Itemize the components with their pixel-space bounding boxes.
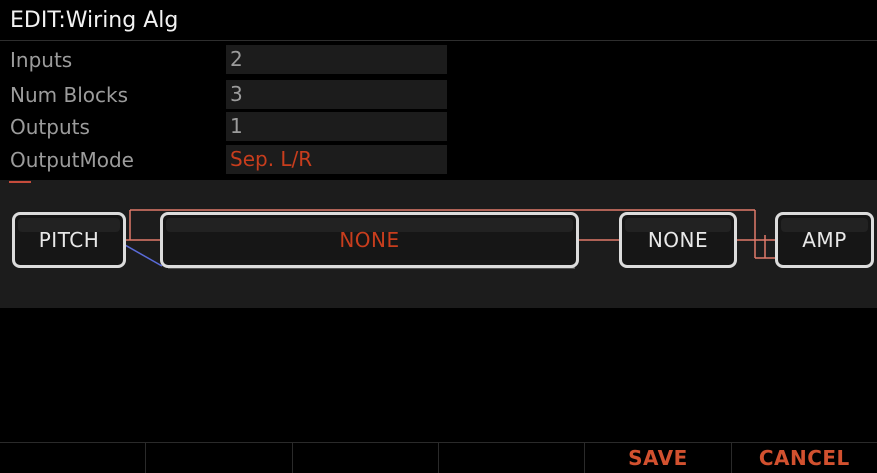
- block-amp[interactable]: AMP: [775, 212, 874, 268]
- softkey-1[interactable]: [0, 443, 145, 473]
- param-label: Num Blocks: [10, 83, 128, 107]
- softkey-2[interactable]: [145, 443, 291, 473]
- softkey-4[interactable]: [437, 443, 584, 473]
- block-main-label: NONE: [339, 228, 400, 252]
- title-bar: EDIT:Wiring Alg: [0, 0, 877, 41]
- wire-blue: [124, 244, 163, 267]
- block-main-selected[interactable]: NONE: [160, 212, 579, 268]
- block-pitch-label: PITCH: [38, 228, 100, 252]
- softkey-bar: SAVE CANCEL: [0, 442, 877, 473]
- page-title: EDIT:Wiring Alg: [10, 8, 179, 33]
- param-label: Outputs: [10, 115, 90, 139]
- block-second-label: NONE: [647, 228, 709, 252]
- focus-indicator: [9, 181, 31, 183]
- param-value-output-mode[interactable]: Sep. L/R: [226, 145, 447, 174]
- cancel-button[interactable]: CANCEL: [730, 443, 877, 473]
- block-pitch[interactable]: PITCH: [12, 212, 126, 268]
- param-value-outputs[interactable]: 1: [226, 112, 447, 141]
- param-label: OutputMode: [10, 148, 134, 172]
- wiring-panel: PITCH NONE NONE AMP: [0, 180, 877, 308]
- param-value-num-blocks[interactable]: 3: [226, 80, 447, 109]
- param-label: Inputs: [10, 48, 73, 72]
- softkey-3[interactable]: [291, 443, 438, 473]
- block-second[interactable]: NONE: [619, 212, 737, 268]
- block-amp-label: AMP: [802, 228, 847, 252]
- param-value-inputs[interactable]: 2: [226, 45, 447, 74]
- save-button[interactable]: SAVE: [584, 443, 730, 473]
